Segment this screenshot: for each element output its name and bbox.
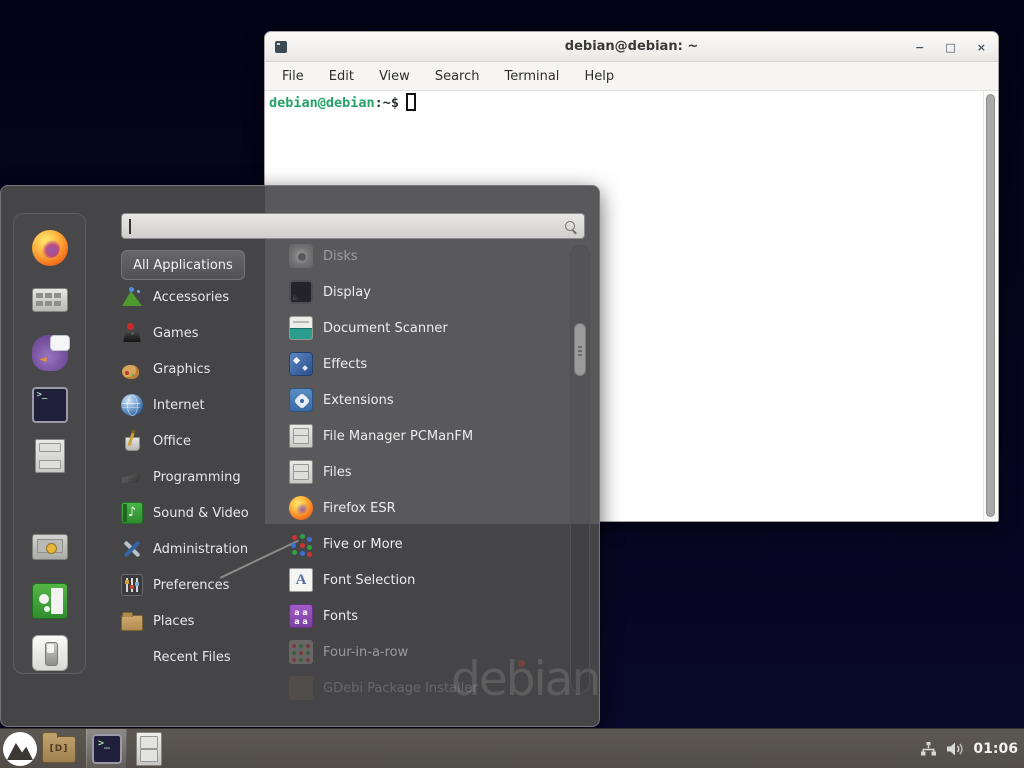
terminal-app-icon: [275, 41, 287, 53]
app-five-or-more[interactable]: Five or More: [289, 529, 569, 559]
app-list-scrollbar-track[interactable]: [570, 245, 590, 693]
category-preferences[interactable]: Preferences: [121, 570, 271, 600]
places-icon: [121, 615, 143, 631]
effects-icon: [289, 352, 313, 376]
sound-video-icon: ♪: [121, 502, 143, 524]
search-icon: [564, 220, 577, 233]
menu-start-button[interactable]: [3, 732, 37, 766]
office-icon: [121, 430, 143, 452]
software-manager-icon[interactable]: [32, 288, 68, 312]
category-recent-files[interactable]: Recent Files: [121, 642, 271, 672]
administration-icon: [121, 538, 143, 560]
scanner-icon: [289, 316, 313, 340]
folder-label: [D]: [50, 744, 69, 754]
app-four-in-a-row[interactable]: Four-in-a-row: [289, 637, 569, 667]
text-caret: [129, 219, 131, 234]
category-graphics[interactable]: Graphics: [121, 354, 271, 384]
app-gdebi[interactable]: GDebi Package Installer: [289, 673, 569, 703]
category-administration[interactable]: Administration: [121, 534, 271, 564]
app-effects[interactable]: Effects: [289, 349, 569, 379]
clock[interactable]: 01:06: [973, 741, 1018, 757]
shutdown-icon[interactable]: [32, 635, 68, 671]
app-list-scrollbar-thumb[interactable]: [574, 323, 586, 376]
maximize-button[interactable]: □: [945, 42, 955, 53]
category-games[interactable]: Games: [121, 318, 271, 348]
fonts-icon: a aa a: [289, 604, 313, 628]
terminal-titlebar[interactable]: debian@debian: ~ − □ ×: [265, 32, 998, 62]
app-extensions[interactable]: Extensions: [289, 385, 569, 415]
four-in-a-row-icon: [289, 640, 313, 664]
terminal-cursor: [406, 93, 416, 111]
file-cabinet-icon: [289, 424, 313, 448]
graphics-icon: [121, 358, 143, 380]
app-fonts[interactable]: a aa aFonts: [289, 601, 569, 631]
menu-terminal[interactable]: Terminal: [504, 69, 559, 84]
app-file-manager-pcmanfm[interactable]: File Manager PCManFM: [289, 421, 569, 451]
display-icon: [289, 280, 313, 304]
prompt-suffix: :~$: [375, 95, 399, 111]
prompt-user: debian@debian: [269, 95, 375, 111]
font-selection-icon: A: [289, 568, 313, 592]
app-document-scanner[interactable]: Document Scanner: [289, 313, 569, 343]
pidgin-icon[interactable]: [32, 335, 68, 371]
menu-file[interactable]: File: [282, 69, 304, 84]
category-all-applications[interactable]: All Applications: [121, 250, 245, 280]
category-places[interactable]: Places: [121, 606, 271, 636]
category-internet[interactable]: Internet: [121, 390, 271, 420]
disks-icon: [289, 244, 313, 268]
terminal-title: debian@debian: ~: [265, 39, 998, 54]
favorites-panel: [13, 213, 86, 674]
terminal-icon: [92, 734, 122, 764]
app-files[interactable]: Files: [289, 457, 569, 487]
preferences-icon: [121, 574, 143, 596]
network-icon[interactable]: [920, 741, 937, 757]
category-accessories[interactable]: Accessories: [121, 282, 271, 312]
no-icon: [121, 646, 143, 668]
terminal-icon[interactable]: [32, 387, 68, 423]
volume-icon[interactable]: [946, 741, 964, 757]
files-icon[interactable]: [35, 439, 65, 473]
file-cabinet-icon: [289, 460, 313, 484]
app-disks[interactable]: Disks: [289, 241, 569, 271]
firefox-icon: [289, 496, 313, 520]
terminal-scrollbar-thumb[interactable]: [986, 94, 995, 517]
menu-edit[interactable]: Edit: [329, 69, 354, 84]
shell-prompt: debian@debian:~$: [269, 93, 416, 111]
category-office[interactable]: Office: [121, 426, 271, 456]
close-button[interactable]: ×: [977, 42, 986, 53]
terminal-menubar: File Edit View Search Terminal Help: [265, 62, 998, 91]
logout-icon[interactable]: [32, 583, 68, 619]
app-display[interactable]: Display: [289, 277, 569, 307]
firefox-icon[interactable]: [32, 230, 68, 266]
minimize-button[interactable]: −: [915, 42, 924, 53]
application-menu: debian All Applications Accessories Game…: [0, 185, 600, 727]
search-input[interactable]: [121, 213, 585, 239]
extensions-icon: [289, 388, 313, 412]
five-or-more-icon: [289, 532, 313, 556]
taskbar-terminal-button[interactable]: [86, 729, 127, 768]
desktop-folder-launcher[interactable]: [D]: [42, 736, 76, 763]
category-sound-video[interactable]: ♪Sound & Video: [121, 498, 271, 528]
app-firefox-esr[interactable]: Firefox ESR: [289, 493, 569, 523]
taskbar-files-button[interactable]: [136, 732, 162, 766]
app-font-selection[interactable]: AFont Selection: [289, 565, 569, 595]
games-icon: [121, 322, 143, 344]
screensaver-lock-icon[interactable]: [32, 534, 68, 560]
programming-icon: [121, 466, 143, 488]
accessories-icon: [121, 286, 143, 308]
gdebi-icon: [289, 676, 313, 700]
menu-help[interactable]: Help: [584, 69, 614, 84]
terminal-scrollbar-track[interactable]: [983, 91, 997, 520]
internet-icon: [121, 394, 143, 416]
menu-view[interactable]: View: [379, 69, 410, 84]
category-programming[interactable]: Programming: [121, 462, 271, 492]
menu-search[interactable]: Search: [435, 69, 480, 84]
taskbar: [D] 01:06: [0, 728, 1024, 768]
